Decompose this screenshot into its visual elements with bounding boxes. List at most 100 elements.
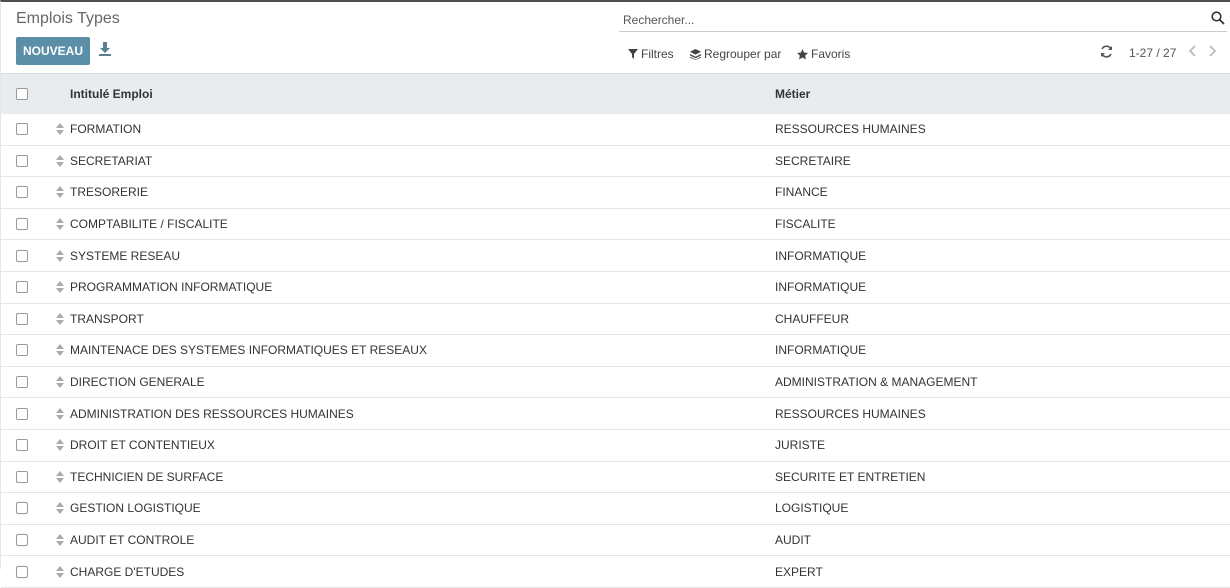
- table-row[interactable]: DIRECTION GENERALE ADMINISTRATION & MANAG…: [1, 367, 1230, 399]
- row-checkbox[interactable]: [16, 123, 28, 136]
- cell-trade: CHAUFFEUR: [775, 311, 849, 326]
- row-checkbox[interactable]: [16, 312, 28, 325]
- new-button[interactable]: NOUVEAU: [16, 37, 90, 65]
- drag-handle-icon[interactable]: [56, 281, 64, 294]
- drag-handle-icon[interactable]: [56, 312, 64, 325]
- chevron-left-icon[interactable]: [1188, 45, 1198, 57]
- row-checkbox[interactable]: [16, 186, 28, 199]
- row-checkbox[interactable]: [16, 249, 28, 262]
- favorites-label: Favoris: [811, 47, 851, 61]
- table-row[interactable]: SECRETARIAT SECRETAIRE: [1, 146, 1230, 178]
- drag-handle-icon[interactable]: [56, 534, 64, 547]
- cell-job: COMPTABILITE / FISCALITE: [70, 217, 228, 232]
- filters-label: Filtres: [641, 47, 674, 61]
- table-row[interactable]: TECHNICIEN DE SURFACE SECURITE ET ENTRETI…: [1, 462, 1230, 494]
- drag-handle-icon[interactable]: [56, 439, 64, 452]
- cell-trade: FINANCE: [775, 185, 828, 200]
- filter-icon: [628, 49, 638, 59]
- drag-handle-icon[interactable]: [56, 154, 64, 167]
- list-table: Intitulé Emploi Métier FORMATION RESSOURC…: [1, 73, 1230, 588]
- cell-job: GESTION LOGISTIQUE: [70, 501, 201, 516]
- cell-job: SECRETARIAT: [70, 153, 153, 168]
- search-bar[interactable]: [619, 7, 1227, 32]
- drag-handle-icon[interactable]: [56, 186, 64, 199]
- group-by-label: Regrouper par: [704, 47, 782, 61]
- cell-job: AUDIT ET CONTROLE: [70, 533, 195, 548]
- table-row[interactable]: PROGRAMMATION INFORMATIQUE INFORMATIQUE: [1, 272, 1230, 304]
- cell-trade: SECURITE ET ENTRETIEN: [775, 469, 926, 484]
- column-header-trade[interactable]: Métier: [775, 87, 810, 101]
- cell-job: DROIT ET CONTENTIEUX: [70, 438, 215, 453]
- cell-job: PROGRAMMATION INFORMATIQUE: [70, 280, 273, 295]
- cell-trade: EXPERT: [775, 564, 823, 579]
- drag-handle-icon[interactable]: [56, 407, 64, 420]
- group-by-button[interactable]: Regrouper par: [690, 46, 781, 62]
- search-icon[interactable]: [1211, 11, 1225, 25]
- layers-icon: [690, 48, 701, 60]
- refresh-icon[interactable]: [1100, 45, 1113, 58]
- table-header: Intitulé Emploi Métier: [1, 73, 1230, 114]
- row-checkbox[interactable]: [16, 281, 28, 294]
- star-icon: [797, 48, 808, 59]
- search-input[interactable]: [621, 10, 1205, 30]
- row-checkbox[interactable]: [16, 344, 28, 357]
- select-all-checkbox[interactable]: [16, 88, 28, 100]
- cell-job: TRESORERIE: [70, 185, 149, 200]
- table-row[interactable]: FORMATION RESSOURCES HUMAINES: [1, 114, 1230, 146]
- cell-job: CHARGE D'ETUDES: [70, 564, 185, 579]
- favorites-button[interactable]: Favoris: [797, 46, 850, 62]
- table-row[interactable]: CHARGE D'ETUDES EXPERT: [1, 556, 1230, 588]
- row-checkbox[interactable]: [16, 470, 28, 483]
- row-checkbox[interactable]: [16, 154, 28, 167]
- cell-job: TECHNICIEN DE SURFACE: [70, 469, 224, 484]
- row-checkbox[interactable]: [16, 407, 28, 420]
- cell-job: TRANSPORT: [70, 311, 144, 326]
- drag-handle-icon[interactable]: [56, 470, 64, 483]
- cell-job: MAINTENACE DES SYSTEMES INFORMATIQUES ET…: [70, 343, 427, 358]
- drag-handle-icon[interactable]: [56, 344, 64, 357]
- cell-trade: RESSOURCES HUMAINES: [775, 122, 926, 137]
- cell-trade: AUDIT: [775, 533, 811, 548]
- column-header-job[interactable]: Intitulé Emploi: [70, 87, 153, 101]
- table-body: FORMATION RESSOURCES HUMAINES SECRETARIAT S…: [1, 114, 1230, 588]
- row-checkbox[interactable]: [16, 565, 28, 578]
- cell-trade: ADMINISTRATION & MANAGEMENT: [775, 375, 978, 390]
- drag-handle-icon[interactable]: [56, 249, 64, 262]
- cell-job: FORMATION: [70, 122, 142, 137]
- cell-trade: JURISTE: [775, 438, 826, 453]
- cell-trade: INFORMATIQUE: [775, 248, 867, 263]
- table-row[interactable]: ADMINISTRATION DES RESSOURCES HUMAINES RE…: [1, 398, 1230, 430]
- table-row[interactable]: GESTION LOGISTIQUE LOGISTIQUE: [1, 493, 1230, 525]
- table-row[interactable]: COMPTABILITE / FISCALITE FISCALITE: [1, 209, 1230, 241]
- table-row[interactable]: DROIT ET CONTENTIEUX JURISTE: [1, 430, 1230, 462]
- row-checkbox[interactable]: [16, 534, 28, 547]
- download-icon[interactable]: [99, 42, 111, 56]
- table-row[interactable]: MAINTENACE DES SYSTEMES INFORMATIQUES ET…: [1, 335, 1230, 367]
- table-row[interactable]: SYSTEME RESEAU INFORMATIQUE: [1, 240, 1230, 272]
- app-frame: Emplois Types NOUVEAU Filtres Regrouper …: [0, 0, 1230, 588]
- table-row[interactable]: AUDIT ET CONTROLE AUDIT: [1, 525, 1230, 557]
- cell-trade: LOGISTIQUE: [775, 501, 849, 516]
- filters-button[interactable]: Filtres: [628, 46, 674, 62]
- drag-handle-icon[interactable]: [56, 376, 64, 389]
- cell-job: SYSTEME RESEAU: [70, 248, 181, 263]
- page-title: Emplois Types: [16, 10, 120, 27]
- drag-handle-icon[interactable]: [56, 218, 64, 231]
- cell-job: DIRECTION GENERALE: [70, 375, 205, 390]
- row-checkbox[interactable]: [16, 439, 28, 452]
- row-checkbox[interactable]: [16, 502, 28, 515]
- chevron-right-icon[interactable]: [1207, 45, 1217, 57]
- drag-handle-icon[interactable]: [56, 123, 64, 136]
- cell-trade: FISCALITE: [775, 217, 836, 232]
- table-row[interactable]: TRANSPORT CHAUFFEUR: [1, 304, 1230, 336]
- row-checkbox[interactable]: [16, 376, 28, 389]
- drag-handle-icon[interactable]: [56, 565, 64, 578]
- cell-trade: SECRETAIRE: [775, 153, 851, 168]
- pager-value[interactable]: 1-27 / 27: [1129, 46, 1176, 60]
- row-checkbox[interactable]: [16, 218, 28, 231]
- table-row[interactable]: TRESORERIE FINANCE: [1, 177, 1230, 209]
- drag-handle-icon[interactable]: [56, 502, 64, 515]
- cell-job: ADMINISTRATION DES RESSOURCES HUMAINES: [70, 406, 354, 421]
- cell-trade: RESSOURCES HUMAINES: [775, 406, 926, 421]
- cell-trade: INFORMATIQUE: [775, 343, 867, 358]
